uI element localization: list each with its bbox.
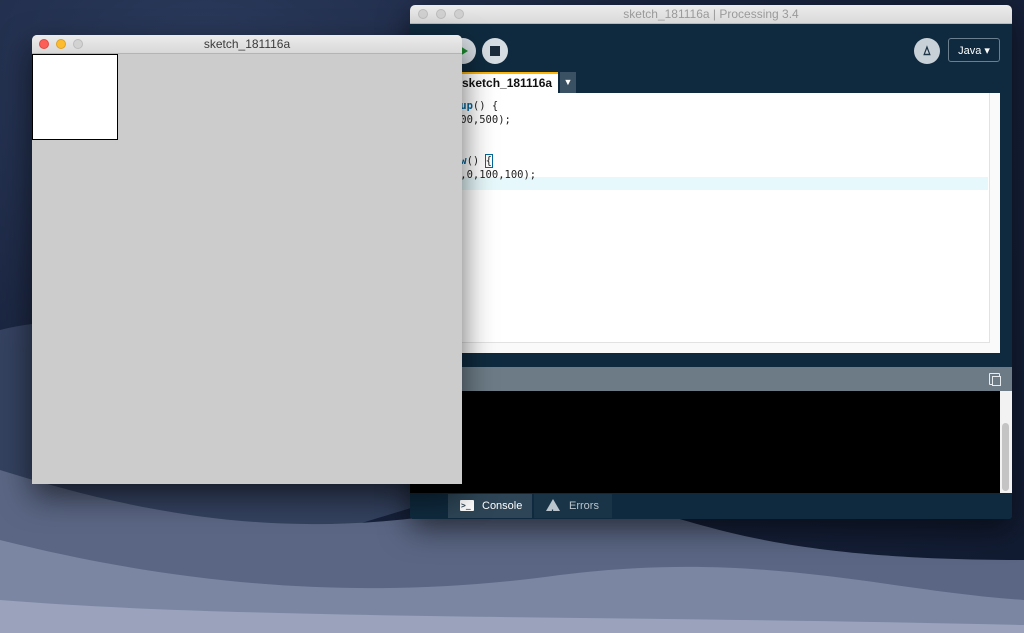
console-scroll-thumb[interactable]: [1002, 423, 1009, 491]
code-editor[interactable]: oid setup() { size(500,500); oid draw() …: [410, 93, 1000, 353]
console-output[interactable]: [410, 391, 1000, 493]
tab-menu-button[interactable]: ▼: [560, 72, 576, 93]
copy-icon[interactable]: [989, 373, 1001, 386]
editor-margin: [1000, 93, 1012, 363]
sketch-canvas[interactable]: [32, 54, 462, 484]
console-scrollbar[interactable]: [1000, 391, 1012, 493]
sketch-titlebar: sketch_181116a: [32, 35, 462, 54]
drawn-rectangle: [32, 54, 118, 140]
ide-titlebar: sketch_181116a | Processing 3.4: [410, 5, 1012, 24]
tab-errors[interactable]: Errors: [534, 494, 612, 519]
console-tab-label: Console: [482, 500, 523, 512]
processing-ide-window: sketch_181116a | Processing 3.4 ꕔ Java ▾…: [410, 5, 1012, 519]
ide-window-title: sketch_181116a | Processing 3.4: [623, 7, 799, 21]
cursor-brace: {: [484, 154, 493, 168]
sketch-tab-row: sketch_181116a ▼: [410, 72, 1012, 93]
console-header: [410, 367, 1012, 391]
sketch-window: sketch_181116a: [32, 35, 462, 484]
sketch-window-title: sketch_181116a: [203, 37, 291, 51]
stop-button[interactable]: [482, 38, 508, 64]
editor-vertical-scrollbar[interactable]: [989, 93, 1000, 353]
editor-horizontal-scrollbar[interactable]: [410, 342, 990, 353]
ide-footer: Console Errors: [410, 493, 1012, 519]
errors-tab-label: Errors: [569, 500, 599, 512]
mode-select[interactable]: Java ▾: [948, 38, 1000, 62]
ide-toolbar: ꕔ Java ▾: [410, 24, 1012, 76]
tab-console[interactable]: Console: [448, 494, 532, 518]
tab-sketch[interactable]: sketch_181116a: [458, 72, 558, 93]
terminal-icon: [460, 494, 474, 518]
debug-icon[interactable]: ꕔ: [914, 38, 940, 64]
warning-icon: [546, 499, 560, 519]
